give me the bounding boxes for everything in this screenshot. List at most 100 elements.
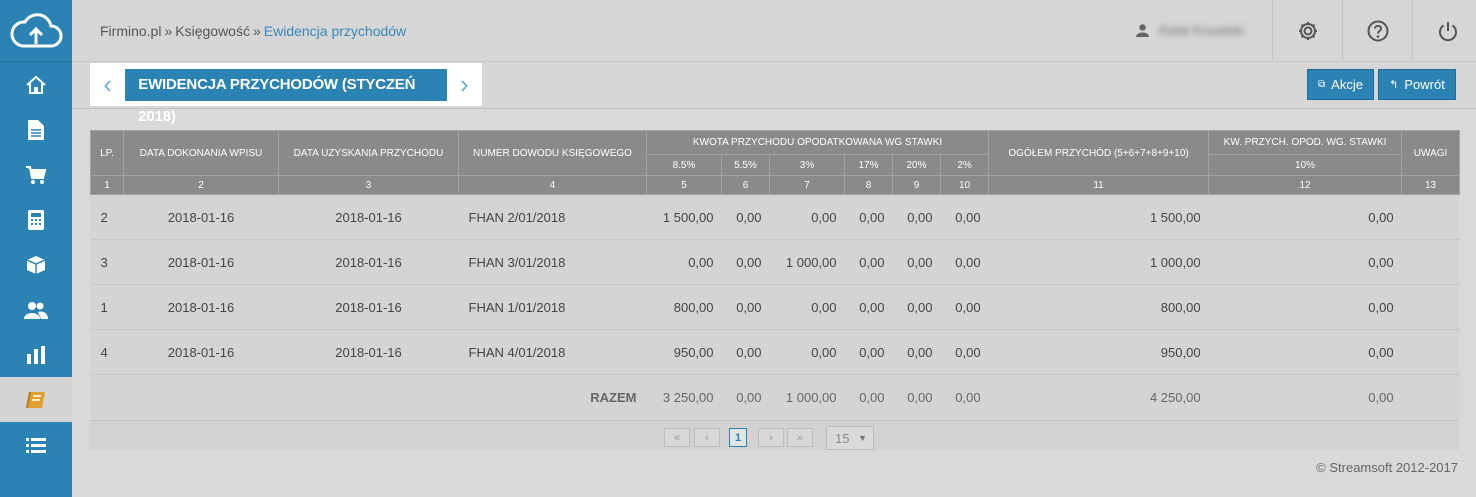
table-cell-c6: 0,00 [721, 329, 770, 375]
help-button[interactable] [1342, 0, 1412, 62]
table-cell-data_przychodu: 2018-01-16 [278, 329, 459, 375]
header-kw-group: KW. PRZYCH. OPOD. WG. STAWKI [1208, 130, 1403, 155]
nav-cart[interactable] [0, 152, 72, 197]
table-body: 2 2018-01-16 2018-01-16 FHAN 2/01/2018 1 500… [90, 194, 1460, 375]
nav-products[interactable] [0, 242, 72, 287]
table-cell-numer: FHAN 4/01/2018 [458, 329, 647, 375]
next-month-arrow-icon[interactable]: › [447, 69, 482, 100]
table-cell-c12: 0,00 [1208, 284, 1402, 330]
header-taxed-amount-group: KWOTA PRZYCHODU OPODATKOWANA WG STAWKI [645, 130, 990, 155]
table-cell-numer: FHAN 3/01/2018 [458, 239, 647, 285]
column-number: 10 [939, 175, 990, 195]
top-header: Firmino.pl» Księgowość» Ewidencja przychod… [72, 0, 1476, 62]
page-size-value: 15 [835, 430, 850, 446]
table-cell-c10: 0,00 [940, 329, 989, 375]
table-row[interactable]: 1 2018-01-16 2018-01-16 FHAN 1/01/2018 800,0… [90, 284, 1460, 330]
settings-button[interactable] [1272, 0, 1342, 62]
caret-down-icon: ▼ [858, 433, 867, 443]
breadcrumb-home[interactable]: Firmino.pl [100, 23, 161, 39]
header-rate-10: 10% [1208, 154, 1403, 176]
users-icon [24, 301, 48, 319]
table-cell-c9: 0,00 [892, 239, 941, 285]
double-chevron-left-icon: « [673, 431, 681, 444]
header-rate-3: 3% [769, 154, 845, 176]
table-cell-c9: 0,00 [892, 284, 941, 330]
column-number: 9 [892, 175, 941, 195]
nav-calculator[interactable] [0, 197, 72, 242]
last-page-button[interactable]: » [787, 428, 813, 447]
table-cell-c12: 0,00 [1208, 194, 1402, 240]
breadcrumb-accounting[interactable]: Księgowość [175, 23, 250, 39]
actions-button[interactable]: ⧉ Akcje [1307, 69, 1374, 100]
nav-reports[interactable] [0, 332, 72, 377]
table-cell-c11: 800,00 [988, 284, 1209, 330]
table-cell-data_przychodu: 2018-01-16 [278, 194, 459, 240]
page-size-select[interactable]: 15 ▼ [826, 426, 874, 450]
logout-button[interactable] [1412, 0, 1476, 62]
total-cell: 0,00 [721, 374, 770, 420]
cloud-upload-icon [10, 12, 63, 47]
logo[interactable] [0, 0, 72, 62]
header-remarks: UWAGI [1401, 130, 1461, 176]
gear-icon [1298, 22, 1317, 40]
table-cell-c9: 0,00 [892, 194, 941, 240]
header-rate-5-5: 5.5% [721, 154, 770, 176]
table-cell-c5: 950,00 [646, 329, 722, 375]
title-switcher: ‹ EWIDENCJA PRZYCHODÓW (STYCZEŃ 2018) › [90, 63, 482, 125]
pagination: « ‹ 1 › » 15 ▼ [90, 420, 1459, 450]
table-row[interactable]: 2 2018-01-16 2018-01-16 FHAN 2/01/2018 1 500… [90, 194, 1460, 240]
total-cell: 0,00 [892, 374, 941, 420]
chevron-left-icon: ‹ [705, 431, 709, 444]
table-cell-c11: 1 500,00 [988, 194, 1209, 240]
total-cell: 1 000,00 [769, 374, 845, 420]
footer-copyright: © Streamsoft 2012-2017 [1316, 460, 1458, 475]
external-link-icon: ⧉ [1318, 79, 1326, 90]
user-name: Rafał Kowalski [1159, 23, 1245, 38]
table-cell-c7: 1 000,00 [769, 239, 845, 285]
table-cell-numer: FHAN 2/01/2018 [458, 194, 647, 240]
column-number: 3 [278, 175, 459, 195]
table-cell-c8: 0,00 [844, 239, 893, 285]
income-register-panel: LP. DATA DOKONANIA WPISU DATA UZYSKANIA … [90, 130, 1461, 450]
table-row[interactable]: 4 2018-01-16 2018-01-16 FHAN 4/01/2018 950,0… [90, 329, 1460, 375]
table-cell-c5: 800,00 [646, 284, 722, 330]
table-cell-data_wpisu: 2018-01-16 [123, 239, 279, 285]
table-cell-data_wpisu: 2018-01-16 [123, 194, 279, 240]
breadcrumb-current: Ewidencja przychodów [263, 23, 407, 39]
nav-ledger[interactable] [0, 377, 72, 422]
header-rate-17: 17% [844, 154, 893, 176]
column-number: 12 [1208, 175, 1403, 195]
previous-page-button[interactable]: ‹ [694, 428, 720, 447]
breadcrumb-separator: » [164, 23, 173, 39]
table-cell-c11: 1 000,00 [988, 239, 1209, 285]
nav-list[interactable] [0, 422, 72, 467]
back-arrow-icon: ↰ [1389, 79, 1399, 91]
table-cell-c12: 0,00 [1208, 329, 1402, 375]
previous-month-arrow-icon[interactable]: ‹ [90, 69, 125, 100]
nav-documents[interactable] [0, 107, 72, 152]
page-button-current[interactable]: 1 [729, 428, 747, 447]
header-rate-8-5: 8.5% [646, 154, 722, 176]
page-title: EWIDENCJA PRZYCHODÓW (STYCZEŃ 2018) [125, 68, 447, 125]
nav-home[interactable] [0, 62, 72, 107]
back-button[interactable]: ↰ Powrót [1378, 69, 1456, 100]
table-cell-c5: 0,00 [646, 239, 722, 285]
cube-icon [26, 255, 46, 274]
nav-contractors[interactable] [0, 287, 72, 332]
first-page-button[interactable]: « [664, 428, 690, 447]
totals-label: RAZEM [90, 374, 647, 420]
double-chevron-right-icon: » [796, 431, 804, 444]
table-cell-c6: 0,00 [721, 194, 770, 240]
header-total-income: OGÓŁEM PRZYCHÓD (5+6+7+8+9+10) [988, 130, 1210, 176]
table-cell-c13 [1401, 194, 1460, 240]
table-cell-c10: 0,00 [940, 284, 989, 330]
table-row[interactable]: 3 2018-01-16 2018-01-16 FHAN 3/01/2018 0,00 0… [90, 239, 1460, 285]
table-cell-c10: 0,00 [940, 239, 989, 285]
table-cell-c7: 0,00 [769, 194, 845, 240]
table-cell-numer: FHAN 1/01/2018 [458, 284, 647, 330]
table-cell-c8: 0,00 [844, 329, 893, 375]
user-menu[interactable]: Rafał Kowalski [1136, 23, 1244, 38]
next-page-button[interactable]: › [758, 428, 784, 447]
column-number: 4 [458, 175, 647, 195]
column-number: 5 [646, 175, 722, 195]
